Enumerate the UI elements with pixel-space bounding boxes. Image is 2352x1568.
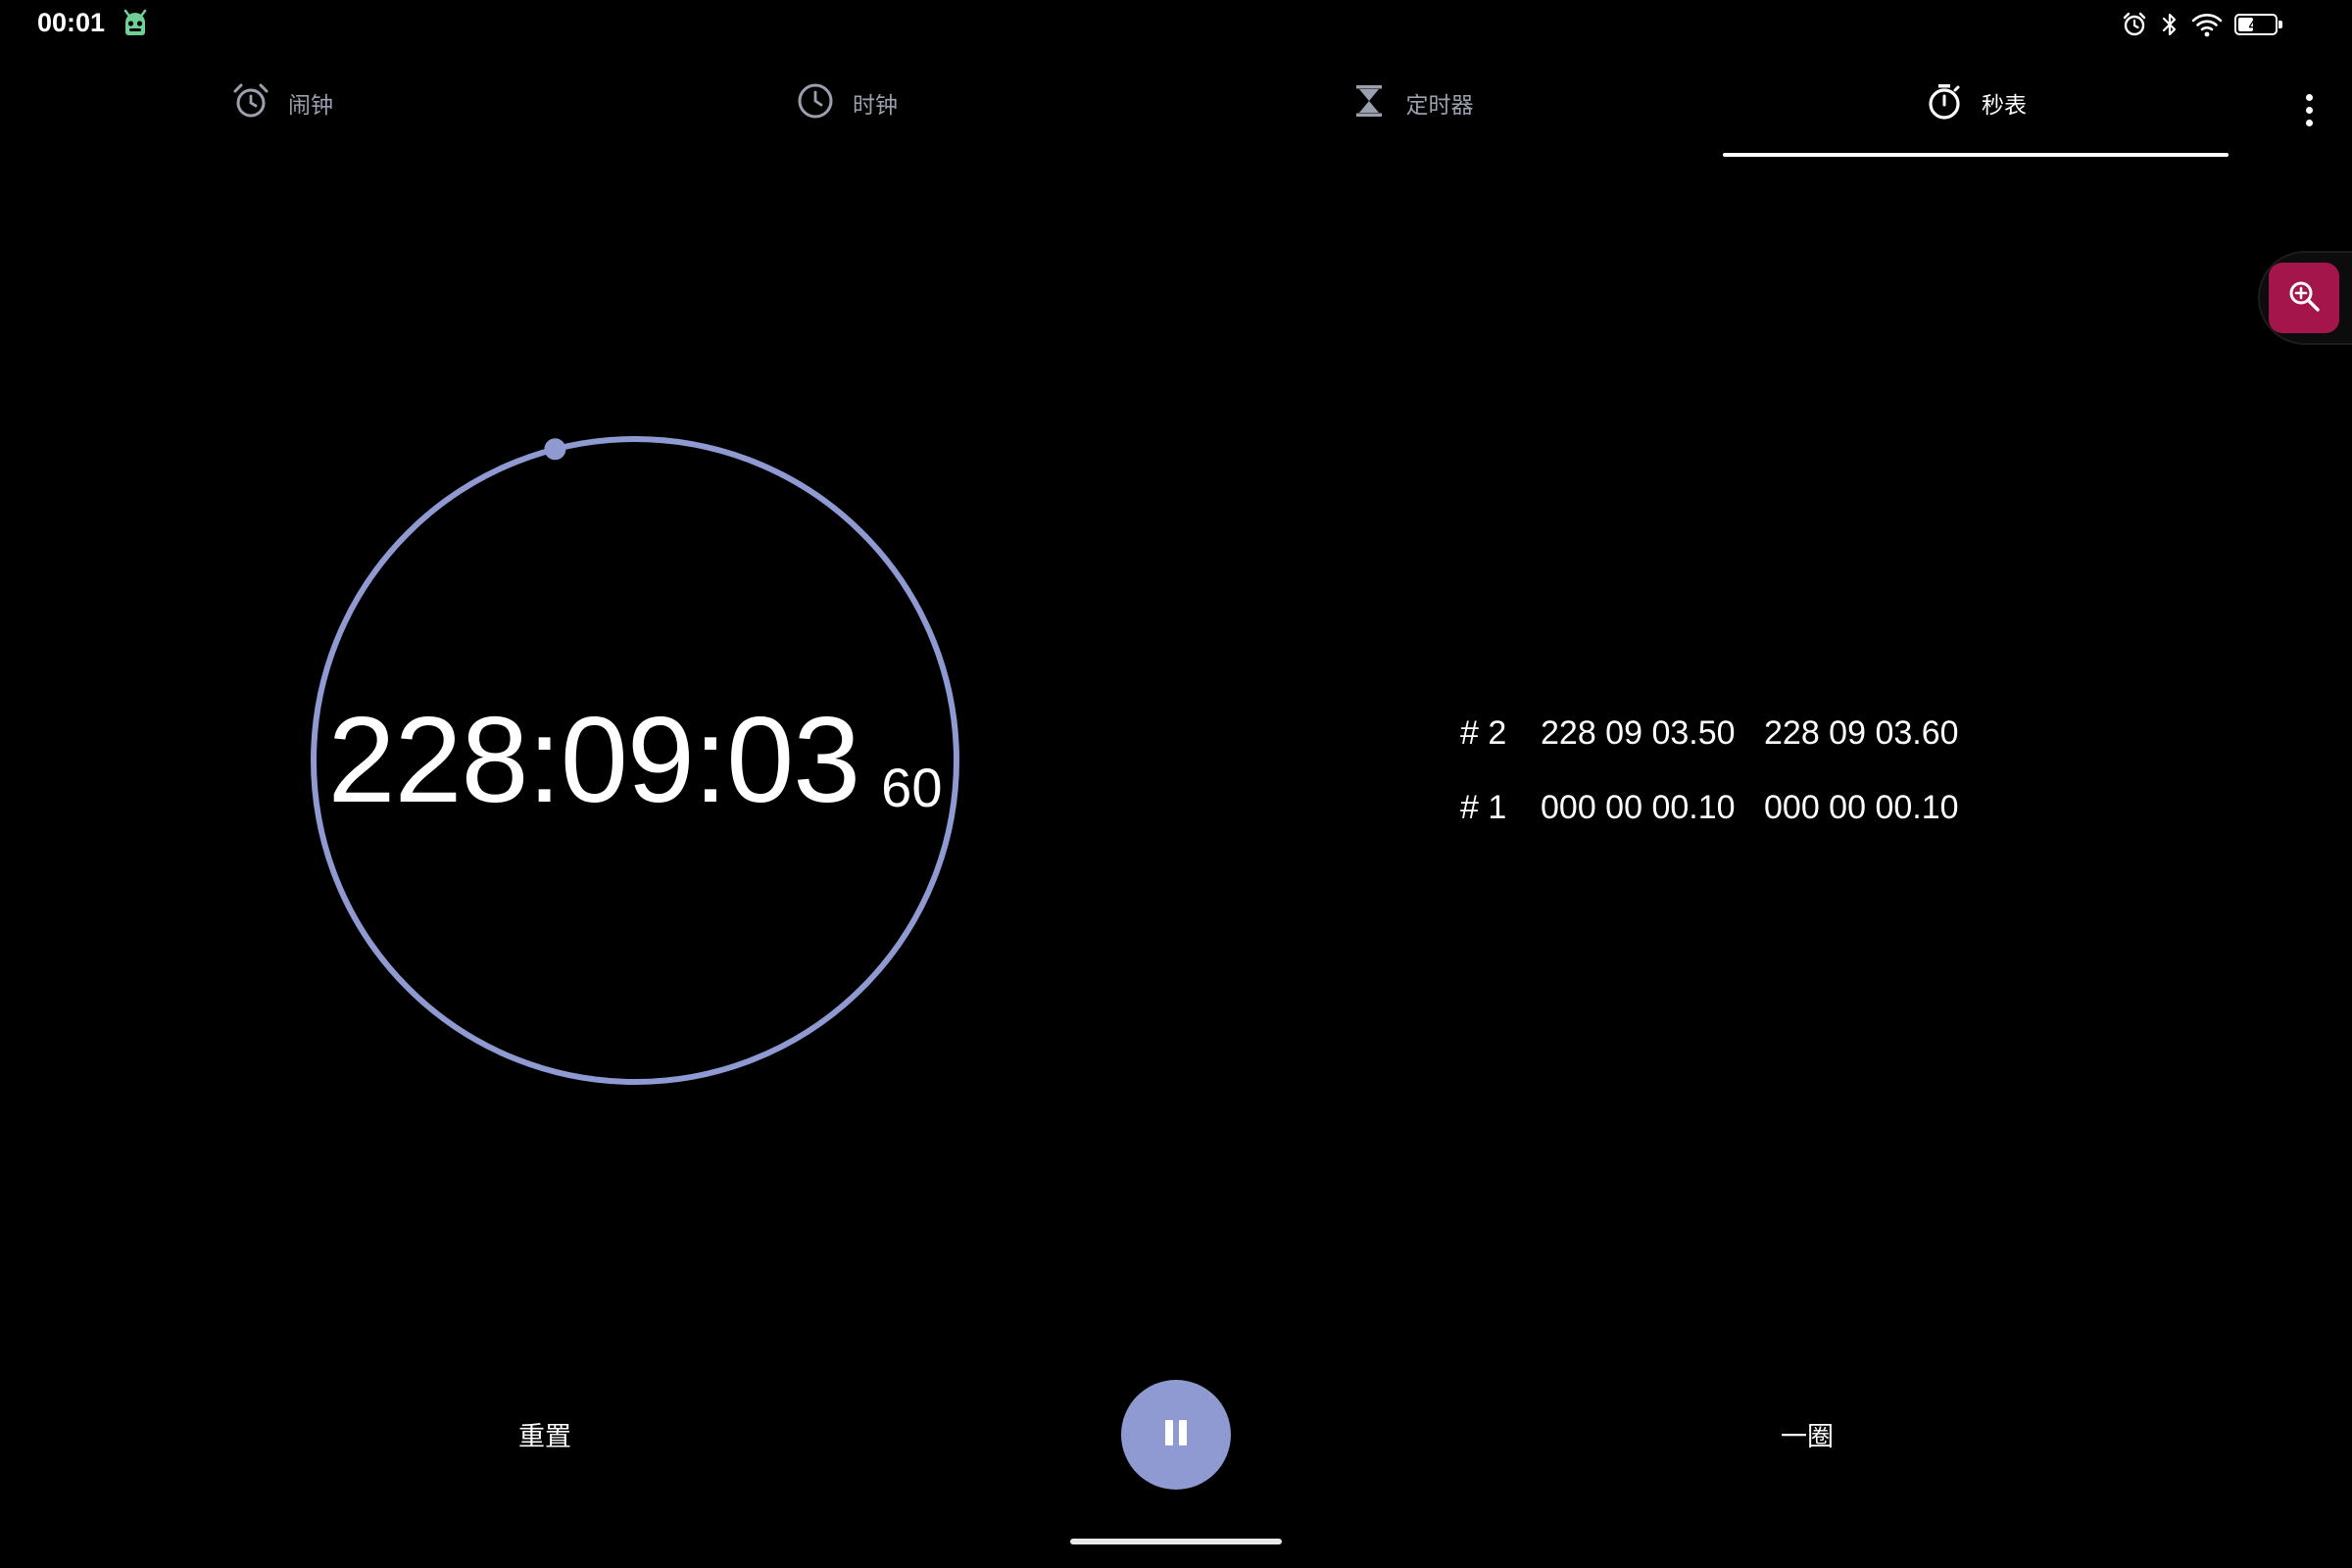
tab-stopwatch[interactable]: 秒表: [1693, 49, 2258, 157]
lap-row: # 2 228 09 03.50 228 09 03.60: [1460, 696, 2009, 770]
lap-number: # 1: [1460, 788, 1507, 826]
battery-icon: 42: [2234, 14, 2282, 35]
tab-timer[interactable]: 定时器: [1129, 49, 1693, 157]
android-robot-icon: [120, 9, 151, 40]
zoom-in-icon: [2287, 279, 2321, 317]
tab-label: 秒表: [1982, 93, 2027, 119]
tab-alarm[interactable]: 闹钟: [0, 49, 564, 157]
lap-total-time: 000 00 00.10: [1764, 788, 1959, 826]
tab-bar: 闹钟 时钟 定时器 秒表: [0, 49, 2258, 157]
status-icons: 42: [2121, 9, 2282, 40]
hourglass-icon: [1349, 81, 1389, 124]
alarm-icon: [2121, 11, 2148, 38]
lap-total-time: 228 09 03.60: [1764, 713, 1959, 752]
pause-button[interactable]: [1121, 1380, 1231, 1490]
wifi-icon: [2191, 11, 2223, 38]
lap-row: # 1 000 00 00.10 000 00 00.10: [1460, 770, 2009, 845]
lap-number: # 2: [1460, 713, 1507, 752]
elapsed-time: 228:09:03: [327, 693, 861, 828]
lap-list: # 2 228 09 03.50 228 09 03.60 # 1 000 00…: [1460, 696, 2009, 845]
status-bar: 00:01 42: [0, 0, 2352, 49]
alarm-clock-icon: [231, 81, 270, 124]
stopwatch-readout: 228:09:03 60: [306, 431, 964, 1090]
lap-time: 000 00 00.10: [1541, 788, 1736, 826]
stopwatch-icon: [1925, 81, 1964, 124]
status-time: 00:01: [37, 8, 106, 37]
tab-clock[interactable]: 时钟: [564, 49, 1129, 157]
elapsed-hundredths: 60: [881, 756, 943, 818]
home-indicator[interactable]: [1070, 1539, 1282, 1544]
tab-label: 定时器: [1405, 93, 1474, 119]
lap-button[interactable]: 一圈: [1729, 1415, 1886, 1454]
battery-level: 42: [2248, 17, 2264, 32]
more-vert-icon[interactable]: [2289, 86, 2328, 133]
pause-icon: [1160, 1417, 1192, 1452]
active-tab-indicator: [1723, 153, 2229, 157]
menu-dot: [2305, 93, 2313, 101]
clock-icon: [796, 81, 835, 124]
lap-time: 228 09 03.50: [1541, 713, 1736, 752]
tab-label: 闹钟: [288, 93, 333, 119]
tab-label: 时钟: [853, 93, 898, 119]
menu-dot: [2305, 119, 2313, 126]
bluetooth-icon: [2160, 11, 2180, 38]
reset-button[interactable]: 重置: [466, 1415, 623, 1454]
zoom-in-button[interactable]: [2269, 263, 2339, 333]
menu-dot: [2305, 106, 2313, 114]
